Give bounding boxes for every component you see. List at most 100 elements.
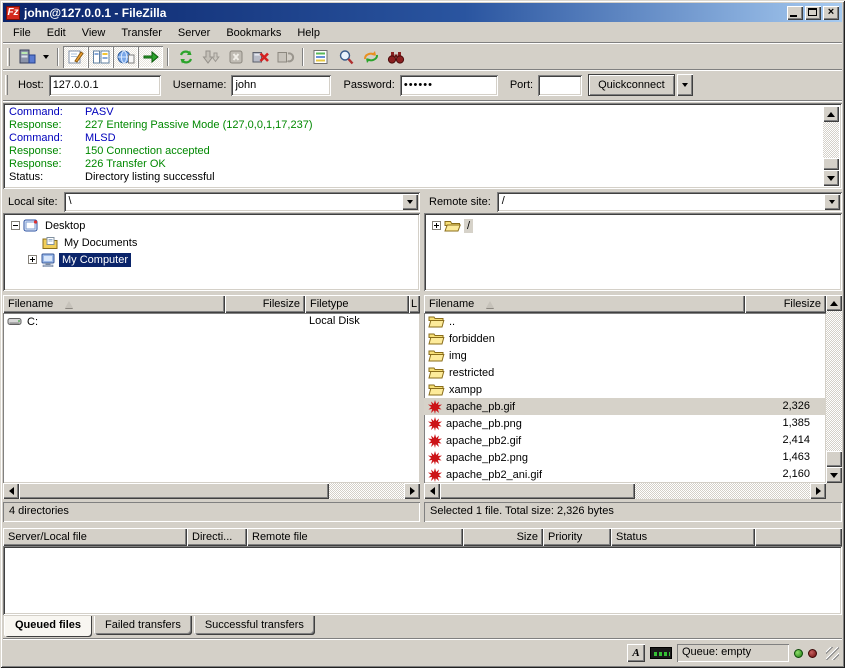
desktop-icon [23, 219, 39, 233]
column-header-lastmodified[interactable]: L [409, 295, 420, 313]
transfer-type-indicator[interactable]: A [627, 644, 645, 662]
file-row[interactable]: apache_pb2_ani.gif 2,160 [424, 466, 826, 483]
tree-item-my-documents[interactable]: My Documents [3, 234, 420, 251]
tree-item-root[interactable]: / [424, 217, 842, 234]
file-size: 2,326 [782, 400, 810, 412]
toggle-local-tree-button[interactable] [88, 46, 113, 68]
local-hscrollbar[interactable] [3, 483, 420, 500]
menu-transfer[interactable]: Transfer [113, 25, 170, 41]
menu-help[interactable]: Help [289, 25, 328, 41]
dir-row[interactable]: img [424, 347, 826, 364]
scrollbar-thumb[interactable] [826, 451, 842, 467]
toggle-queue-button[interactable] [138, 46, 163, 68]
scroll-down-button[interactable] [826, 467, 842, 483]
column-header-server-local-file[interactable]: Server/Local file [3, 528, 187, 546]
column-header-status[interactable]: Status [611, 528, 755, 546]
remote-vscrollbar[interactable] [826, 295, 842, 483]
file-row[interactable]: apache_pb2.png 1,463 [424, 449, 826, 466]
file-row-local-c-drive[interactable]: C: Local Disk [3, 313, 420, 330]
minimize-button[interactable] [787, 6, 803, 20]
column-header-filename[interactable]: Filename [424, 295, 745, 313]
title-bar[interactable]: Fz john@127.0.0.1 - FileZilla × [3, 3, 842, 22]
dir-row[interactable]: restricted [424, 364, 826, 381]
scroll-right-button[interactable] [404, 483, 420, 499]
quickconnect-button[interactable]: Quickconnect [588, 74, 675, 96]
speed-limit-icon[interactable] [650, 647, 672, 659]
scroll-left-button[interactable] [3, 483, 19, 499]
collapse-icon[interactable] [11, 221, 20, 230]
resize-grip-icon[interactable] [826, 647, 839, 660]
log-scrollbar[interactable] [823, 106, 839, 186]
menu-edit[interactable]: Edit [39, 25, 74, 41]
remote-site-dropdown[interactable] [824, 194, 840, 210]
tab-failed-transfers[interactable]: Failed transfers [94, 616, 192, 635]
username-input[interactable] [231, 75, 331, 96]
toolbar-grip[interactable] [7, 48, 10, 66]
scroll-right-button[interactable] [810, 483, 826, 499]
tree-item-desktop[interactable]: Desktop [3, 217, 420, 234]
tab-successful-transfers[interactable]: Successful transfers [194, 616, 315, 635]
sort-ascending-icon [65, 301, 73, 308]
menu-view[interactable]: View [74, 25, 114, 41]
expand-icon[interactable] [28, 255, 37, 264]
port-input[interactable] [538, 75, 582, 96]
quickbar-grip[interactable] [5, 75, 8, 95]
dir-row[interactable]: .. [424, 313, 826, 330]
refresh-button[interactable] [173, 46, 198, 68]
scroll-left-button[interactable] [424, 483, 440, 499]
toggle-log-button[interactable] [63, 46, 88, 68]
column-header-direction[interactable]: Directi... [187, 528, 247, 546]
scrollbar-thumb[interactable] [19, 483, 329, 499]
toggle-remote-tree-button[interactable] [113, 46, 138, 68]
column-header-remote-file[interactable]: Remote file [247, 528, 463, 546]
close-button[interactable]: × [823, 6, 839, 20]
file-row-selected[interactable]: apache_pb.gif 2,326 [424, 398, 826, 415]
directory-comparison-button[interactable] [333, 46, 358, 68]
scroll-up-button[interactable] [823, 106, 839, 122]
dir-row[interactable]: forbidden [424, 330, 826, 347]
column-header-priority[interactable]: Priority [543, 528, 611, 546]
tab-queued-files[interactable]: Queued files [4, 616, 92, 637]
site-manager-dropdown[interactable] [39, 46, 53, 68]
scrollbar-track[interactable] [823, 122, 839, 158]
menu-bookmarks[interactable]: Bookmarks [218, 25, 289, 41]
scrollbar-track[interactable] [329, 483, 404, 499]
column-header-filetype[interactable]: Filetype [305, 295, 409, 313]
scrollbar-thumb[interactable] [440, 483, 635, 499]
column-header-filesize[interactable]: Filesize [225, 295, 305, 313]
filter-button[interactable] [308, 46, 333, 68]
scroll-up-button[interactable] [826, 295, 842, 311]
find-files-button[interactable] [383, 46, 408, 68]
synchronized-browsing-button[interactable] [358, 46, 383, 68]
local-status-text: 4 directories [3, 502, 420, 522]
menu-bar: File Edit View Transfer Server Bookmarks… [3, 23, 842, 42]
quickconnect-dropdown[interactable] [677, 74, 693, 96]
file-row[interactable]: apache_pb.png 1,385 [424, 415, 826, 432]
filter-icon [312, 49, 330, 65]
password-input[interactable] [400, 75, 498, 96]
file-row[interactable]: apache_pb2.gif 2,414 [424, 432, 826, 449]
menu-server[interactable]: Server [170, 25, 218, 41]
reconnect-icon [277, 49, 295, 65]
tree-item-my-computer[interactable]: My Computer [3, 251, 420, 268]
menu-file[interactable]: File [5, 25, 39, 41]
scroll-down-button[interactable] [823, 170, 839, 186]
pane-splitter[interactable] [420, 192, 424, 522]
site-manager-button[interactable] [14, 46, 39, 68]
remote-site-combo[interactable]: / [497, 192, 842, 212]
maximize-button[interactable] [805, 6, 821, 20]
scrollbar-thumb[interactable] [823, 158, 839, 170]
local-site-dropdown[interactable] [402, 194, 418, 210]
disconnect-button[interactable] [248, 46, 273, 68]
column-header-filesize[interactable]: Filesize [745, 295, 826, 313]
host-input[interactable] [49, 75, 161, 96]
dir-row[interactable]: xampp [424, 381, 826, 398]
scrollbar-track[interactable] [826, 311, 842, 451]
expand-icon[interactable] [432, 221, 441, 230]
local-site-combo[interactable]: \ [64, 192, 420, 212]
column-header-size[interactable]: Size [463, 528, 543, 546]
scrollbar-track[interactable] [635, 483, 810, 499]
column-header-filename[interactable]: Filename [3, 295, 225, 313]
remote-hscrollbar[interactable] [424, 483, 826, 500]
column-label: Filetype [310, 298, 349, 310]
